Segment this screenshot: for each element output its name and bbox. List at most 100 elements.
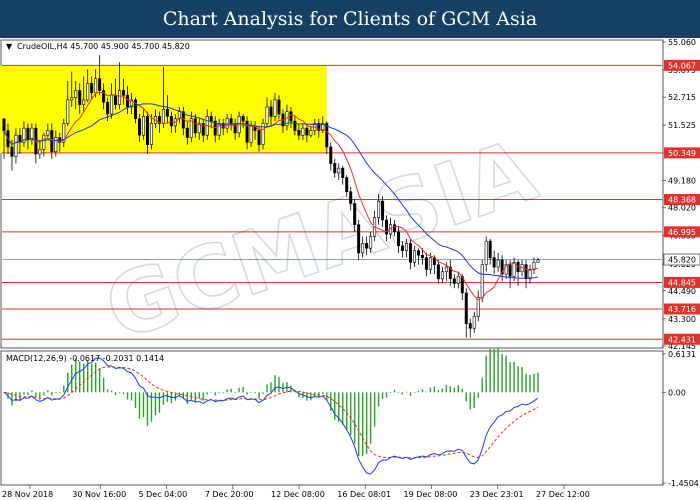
candle-bull — [361, 243, 365, 254]
candle-bull — [74, 90, 78, 98]
candle-bear — [181, 111, 185, 129]
macd-histogram-bar — [533, 373, 535, 393]
x-tick-label: 12 Dec 08:00 — [271, 490, 325, 499]
candle-bull — [496, 259, 500, 268]
y-tick-label: 44.490 — [668, 287, 696, 296]
macd-histogram-bar — [146, 392, 149, 426]
candle-bear — [393, 224, 397, 233]
macd-histogram-bar — [461, 388, 463, 393]
candle-bull — [161, 109, 165, 124]
macd-histogram-bar — [357, 392, 360, 456]
macd-histogram-bar — [509, 362, 511, 393]
macd-histogram-bar — [425, 391, 428, 393]
macd-histogram-bar — [353, 392, 356, 444]
candle-bull — [480, 264, 484, 298]
macd-histogram-bar — [198, 392, 200, 399]
macd-histogram-bar — [278, 376, 280, 393]
macd-histogram-bar — [130, 392, 133, 401]
level-label-text: 43.716 — [668, 305, 696, 314]
candle-bull — [14, 134, 18, 157]
macd-histogram-bar — [102, 377, 105, 393]
macd-histogram-bar — [67, 372, 69, 393]
candle-bear — [185, 127, 189, 138]
candle-bear — [26, 127, 30, 141]
macd-histogram-bar — [230, 388, 232, 393]
macd-histogram-bar — [282, 383, 284, 393]
candle-bull — [456, 276, 460, 284]
y-tick-label: 55.060 — [668, 38, 696, 47]
x-tick-label: 23 Dec 23:01 — [470, 490, 524, 499]
candle-bear — [464, 292, 468, 324]
candle-bear — [289, 111, 293, 122]
macd-histogram-bar — [250, 392, 252, 393]
y-tick-label: 52.715 — [668, 93, 696, 102]
macd-histogram-bar — [377, 392, 380, 407]
macd-histogram-bar — [322, 392, 324, 395]
level-label-text: 48.368 — [668, 196, 696, 205]
y-tick-label: 48.020 — [668, 204, 696, 213]
macd-histogram-bar — [429, 387, 432, 393]
candle-bull — [472, 316, 476, 329]
candle-bear — [468, 323, 472, 329]
macd-histogram-bar — [47, 390, 49, 393]
x-tick-label: 16 Dec 08:01 — [337, 490, 391, 499]
macd-histogram-bar — [481, 377, 483, 393]
macd-histogram-bar — [98, 368, 101, 393]
candle-bear — [257, 130, 261, 145]
candle-bear — [524, 264, 528, 280]
macd-histogram-bar — [385, 392, 388, 398]
macd-histogram-bar — [346, 392, 348, 430]
candle-bull — [428, 257, 432, 270]
macd-histogram-bar — [477, 392, 479, 398]
macd-histogram-bar — [222, 392, 224, 394]
x-tick-label: 28 Nov 2018 — [2, 490, 53, 499]
level-label-text: 54.067 — [668, 61, 696, 70]
macd-histogram-bar — [373, 392, 376, 427]
candle-bear — [78, 90, 82, 105]
macd-histogram-bar — [63, 385, 65, 393]
candle-bear — [452, 278, 456, 284]
macd-histogram-bar — [473, 392, 475, 408]
macd-histogram-bar — [31, 390, 33, 393]
macd-histogram-bar — [234, 392, 236, 393]
candle-bull — [273, 99, 277, 117]
macd-histogram-bar — [270, 382, 272, 393]
macd-histogram-bar — [254, 392, 256, 394]
candle-bull — [301, 127, 305, 136]
macd-histogram-bar — [505, 355, 507, 393]
candle-bear — [401, 245, 405, 251]
chart-title-text: CrudeOIL,H4 45.700 45.900 45.700 45.820 — [17, 42, 190, 51]
macd-histogram-bar — [501, 354, 503, 393]
candle-bear — [229, 118, 233, 124]
level-price-labels: 54.067 50.349 48.368 46.995 44.845 43.716 42.4… — [664, 59, 700, 345]
macd-histogram-bar — [218, 392, 220, 394]
candle-bear — [381, 200, 385, 221]
macd-histogram-bar — [94, 362, 97, 393]
candle-bull — [70, 97, 74, 101]
macd-histogram-bar — [166, 392, 169, 402]
candle-bull — [217, 123, 221, 136]
macd-histogram-bar — [334, 392, 336, 420]
level-label-text: 46.995 — [668, 228, 696, 237]
level-label-text: 50.349 — [668, 149, 696, 158]
candle-bear — [165, 109, 169, 117]
macd-histogram-bar — [294, 391, 296, 393]
candle-bear — [341, 167, 345, 178]
macd-histogram-bar — [51, 392, 53, 396]
macd-histogram-bar — [521, 367, 523, 393]
candle-bear — [106, 101, 110, 115]
macd-y-tick-label: 0.00 — [668, 388, 686, 397]
candle-bear — [397, 231, 401, 247]
candle-bull — [404, 243, 408, 251]
macd-histogram-bar — [433, 386, 436, 393]
candle-bull — [484, 240, 488, 265]
candle-bull — [444, 266, 448, 273]
macd-histogram-bar — [134, 392, 137, 409]
macd-histogram-bar — [537, 372, 539, 393]
macd-histogram-bar — [246, 392, 248, 395]
candle-bear — [90, 83, 94, 94]
macd-histogram-bar — [142, 392, 145, 418]
candle-bear — [492, 257, 496, 268]
macd-histogram-bar — [397, 392, 400, 393]
candle-bear — [325, 123, 329, 148]
